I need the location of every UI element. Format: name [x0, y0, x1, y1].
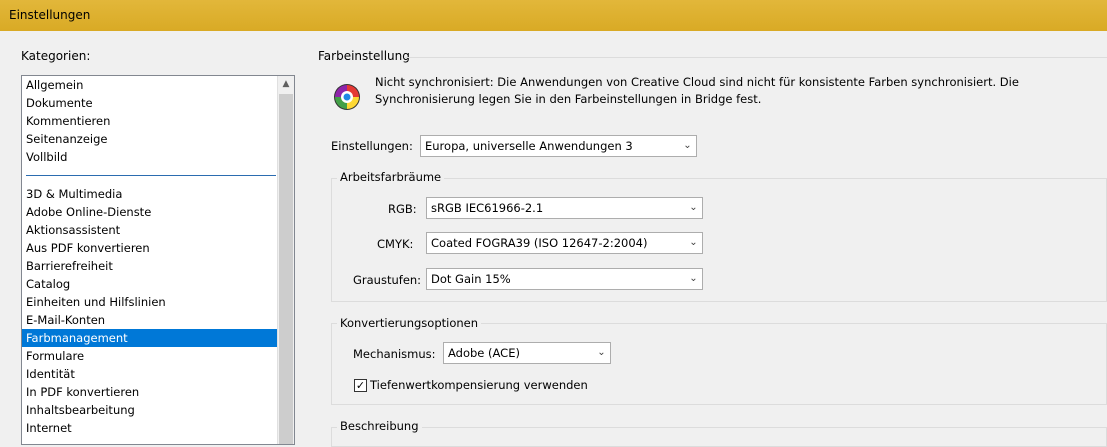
categories-list-items: Allgemein Dokumente Kommentieren Seitenanze… [22, 76, 278, 437]
category-item[interactable]: In PDF konvertieren [22, 383, 278, 401]
category-item[interactable]: Barrierefreiheit [22, 257, 278, 275]
cmyk-dropdown[interactable]: Coated FOGRA39 (ISO 12647-2:2004) ⌄ [426, 232, 703, 254]
section-divider [404, 57, 1107, 58]
settings-label: Einstellungen: [331, 139, 413, 153]
category-item[interactable]: Aus PDF konvertieren [22, 239, 278, 257]
category-item[interactable]: Allgemein [22, 76, 278, 94]
engine-label: Mechanismus: [353, 347, 436, 361]
grayscale-dropdown[interactable]: Dot Gain 15% ⌄ [426, 268, 703, 290]
bpc-label[interactable]: Tiefenwertkompensierung verwenden [370, 378, 588, 392]
color-wheel-icon [334, 84, 360, 110]
category-item[interactable]: Dokumente [22, 94, 278, 112]
title-bar: Einstellungen [0, 0, 1107, 31]
workspaces-title: Arbeitsfarbräume [337, 170, 445, 184]
category-item[interactable]: Seitenanzeige [22, 130, 278, 148]
category-item[interactable]: Einheiten und Hilfslinien [22, 293, 278, 311]
scroll-thumb[interactable] [279, 94, 293, 444]
window-title: Einstellungen [9, 8, 91, 22]
categories-list[interactable]: Allgemein Dokumente Kommentieren Seitenanze… [21, 75, 295, 445]
settings-dropdown[interactable]: Europa, universelle Anwendungen 3 ⌄ [420, 135, 697, 157]
cmyk-value: Coated FOGRA39 (ISO 12647-2:2004) [431, 236, 648, 250]
category-separator [26, 175, 276, 176]
category-item[interactable]: Inhaltsbearbeitung [22, 401, 278, 419]
scroll-up-icon[interactable]: ▲ [278, 76, 294, 93]
chevron-down-icon: ⌄ [689, 202, 698, 213]
categories-label: Kategorien: [21, 49, 91, 63]
category-item[interactable]: Adobe Online-Dienste [22, 203, 278, 221]
grayscale-label: Graustufen: [353, 273, 422, 287]
description-group [331, 427, 1107, 447]
conversion-group [331, 323, 1107, 405]
category-item[interactable]: Aktionsassistent [22, 221, 278, 239]
chevron-down-icon: ⌄ [597, 347, 606, 358]
section-title: Farbeinstellung [318, 49, 410, 63]
category-item[interactable]: E-Mail-Konten [22, 311, 278, 329]
category-item[interactable]: Catalog [22, 275, 278, 293]
chevron-down-icon: ⌄ [689, 237, 698, 248]
engine-value: Adobe (ACE) [448, 346, 520, 360]
rgb-label: RGB: [388, 202, 417, 216]
category-item[interactable]: Farbmanagement [22, 329, 278, 347]
list-scrollbar[interactable]: ▲ [277, 76, 294, 444]
bpc-checkbox[interactable]: ✓ [354, 379, 367, 392]
chevron-down-icon: ⌄ [683, 140, 692, 151]
cmyk-label: CMYK: [377, 237, 414, 251]
chevron-down-icon: ⌄ [689, 273, 698, 284]
settings-value: Europa, universelle Anwendungen 3 [425, 139, 633, 153]
category-item[interactable]: Internet [22, 419, 278, 437]
category-item[interactable]: Kommentieren [22, 112, 278, 130]
engine-dropdown[interactable]: Adobe (ACE) ⌄ [443, 342, 611, 364]
sync-info-text: Nicht synchronisiert: Die Anwendungen vo… [375, 75, 1019, 106]
rgb-value: sRGB IEC61966-2.1 [431, 201, 544, 215]
rgb-dropdown[interactable]: sRGB IEC61966-2.1 ⌄ [426, 197, 703, 219]
grayscale-value: Dot Gain 15% [431, 272, 511, 286]
conversion-title: Konvertierungsoptionen [337, 316, 482, 330]
category-item[interactable]: Vollbild [22, 148, 278, 166]
description-title: Beschreibung [337, 419, 422, 433]
category-item[interactable]: Identität [22, 365, 278, 383]
category-item[interactable]: 3D & Multimedia [22, 185, 278, 203]
category-item[interactable]: Formulare [22, 347, 278, 365]
